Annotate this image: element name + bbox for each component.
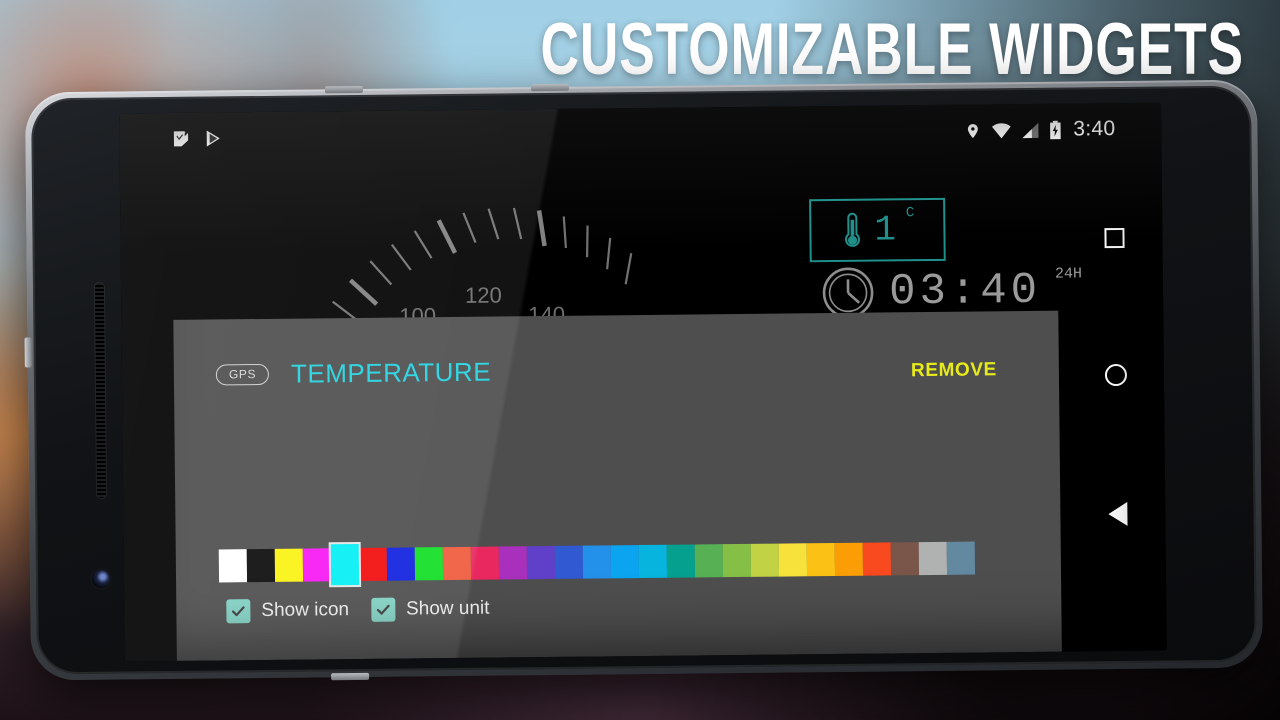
gauge-tick-120: 120 — [464, 282, 502, 308]
temperature-value: 1 — [874, 208, 897, 251]
color-swatch[interactable] — [302, 548, 332, 582]
promo-headline: CUSTOMIZABLE WIDGETS — [540, 9, 1244, 91]
checkbox-show-unit[interactable]: Show unit — [370, 597, 490, 622]
phone-screen: 3:40 100 120 140 1 C 03:40 24H GPS TEMPE… — [119, 102, 1167, 662]
power-button[interactable] — [324, 85, 363, 94]
side-button[interactable] — [24, 337, 32, 368]
color-swatch[interactable] — [526, 545, 556, 580]
color-swatch[interactable] — [246, 548, 276, 583]
color-swatch[interactable] — [554, 545, 584, 579]
color-swatch[interactable] — [722, 543, 752, 578]
front-camera — [91, 569, 111, 589]
widget-settings-dialog: GPS TEMPERATURE REMOVE Show icon Show un… — [173, 310, 1062, 661]
color-swatch[interactable] — [582, 545, 612, 579]
wifi-icon — [990, 122, 1012, 139]
checkmark-icon — [226, 599, 251, 624]
color-swatch[interactable] — [890, 542, 920, 576]
color-swatch[interactable] — [638, 544, 668, 579]
gps-badge: GPS — [215, 363, 270, 386]
clock-time: 03:40 — [888, 265, 1042, 318]
color-palette[interactable] — [218, 538, 976, 587]
dialog-title: TEMPERATURE — [290, 356, 492, 389]
bottom-button — [331, 672, 370, 681]
color-swatch[interactable] — [274, 548, 304, 582]
color-swatch[interactable] — [498, 546, 528, 580]
color-swatch[interactable] — [862, 542, 892, 576]
battery-charging-icon — [1049, 120, 1061, 139]
color-swatch[interactable] — [750, 543, 780, 577]
dialog-header: GPS TEMPERATURE — [215, 356, 492, 391]
color-swatch[interactable] — [358, 547, 388, 581]
screenshot-stage: CUSTOMIZABLE WIDGETS 3:40 100 120 140 1 … — [0, 0, 1280, 720]
play-movies-icon — [171, 129, 191, 149]
location-pin-icon — [964, 122, 981, 139]
color-swatch[interactable] — [806, 543, 836, 577]
checkbox-show-icon-label: Show icon — [261, 599, 350, 622]
color-swatch[interactable] — [694, 544, 724, 578]
color-swatch[interactable] — [330, 543, 360, 586]
color-swatch[interactable] — [414, 547, 444, 581]
color-swatch[interactable] — [918, 541, 948, 576]
square-icon[interactable] — [1104, 227, 1125, 249]
cell-signal-icon — [1021, 121, 1040, 138]
status-notifications — [119, 128, 223, 149]
checkbox-group: Show icon Show unit — [226, 597, 490, 624]
checkbox-show-unit-label: Show unit — [405, 597, 490, 620]
android-nav-bar — [1065, 103, 1167, 652]
color-swatch[interactable] — [610, 545, 640, 579]
circle-icon[interactable] — [1104, 363, 1128, 387]
remove-button[interactable]: REMOVE — [911, 359, 997, 382]
color-swatch[interactable] — [834, 542, 864, 576]
color-swatch[interactable] — [666, 544, 696, 578]
temperature-widget[interactable]: 1 C — [809, 197, 946, 263]
color-swatch[interactable] — [946, 541, 976, 575]
color-swatch[interactable] — [386, 547, 416, 581]
volume-button[interactable] — [530, 83, 569, 92]
color-swatch[interactable] — [778, 543, 808, 577]
temperature-unit: C — [905, 205, 915, 222]
color-swatch[interactable] — [470, 546, 500, 580]
color-swatch[interactable] — [442, 546, 472, 581]
checkmark-icon — [370, 597, 396, 622]
color-swatch[interactable] — [218, 549, 248, 583]
checkbox-show-icon[interactable]: Show icon — [226, 598, 350, 624]
status-bar: 3:40 — [119, 103, 1161, 166]
play-store-icon — [203, 128, 223, 148]
triangle-back-icon[interactable] — [1107, 501, 1128, 527]
thermometer-icon — [845, 212, 860, 247]
